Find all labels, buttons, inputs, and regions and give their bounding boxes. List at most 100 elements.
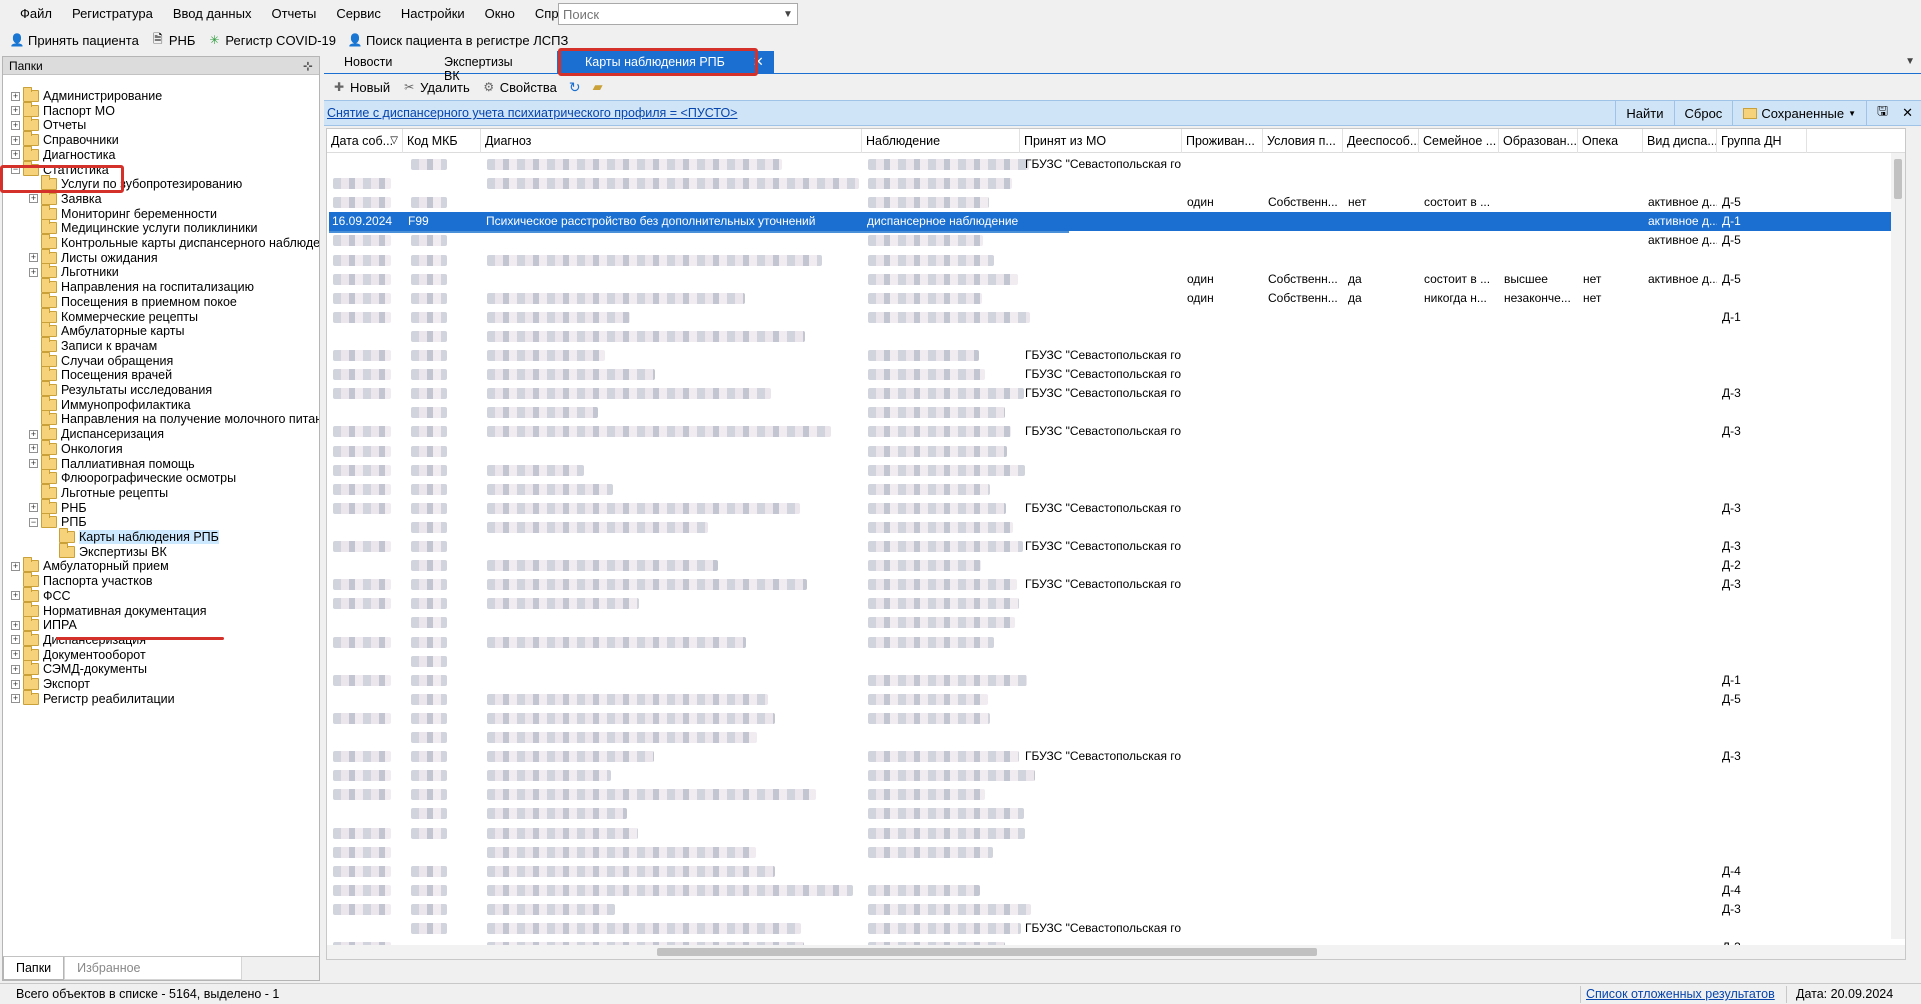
expand-icon[interactable]: + [11,561,20,571]
table-row[interactable] [329,594,1903,613]
toolbar-button[interactable]: ✳ Регистр COVID-19 [201,33,342,48]
table-row[interactable]: ГБУЗС "Севастопольская го..." [329,346,1903,365]
column-header[interactable]: Дееспособ... [1343,129,1419,153]
tab-expertise-vk[interactable]: Экспертизы ВК [424,51,549,83]
table-row[interactable]: ГБУЗС "Севастопольская го..." Д-3 [329,575,1903,594]
column-header[interactable]: Наблюдение [862,129,1020,153]
expand-icon[interactable]: + [11,620,20,630]
column-header[interactable]: Опека [1578,129,1643,153]
table-row[interactable]: ГБУЗС "Севастопольская го..." [329,919,1903,938]
expand-icon[interactable]: − [29,517,38,527]
horizontal-scrollbar[interactable] [327,945,1905,959]
close-icon[interactable]: ✕ [753,54,764,70]
column-header[interactable]: Дата соб... ▽ [327,129,403,153]
table-row[interactable] [329,480,1903,499]
table-row[interactable]: один Собственн... да состоит в ... высшее нет… [329,270,1903,289]
saved-filters-button[interactable]: Сохраненные ▼ [1732,101,1866,125]
expand-icon[interactable]: − [11,165,20,174]
table-row[interactable] [329,728,1903,747]
expand-icon[interactable]: + [11,91,20,101]
menu-item[interactable]: Настройки [391,6,475,21]
table-row[interactable]: Д-2 [329,556,1903,575]
tab-folders[interactable]: Папки [3,957,65,980]
expand-icon[interactable]: + [11,694,20,704]
table-row[interactable] [329,652,1903,671]
table-row[interactable]: ГБУЗС "Севастопольская го..." Д-3 [329,499,1903,518]
grid-toolbar-button[interactable]: ✂ Удалить [396,80,476,95]
table-row[interactable]: ГБУЗС "Севастопольская го..." Д-3 [329,537,1903,556]
expand-icon[interactable]: + [29,459,38,468]
filter-condition-link[interactable]: Снятие с диспансерного учета психиатриче… [324,106,737,120]
sort-icon[interactable]: ▽ [390,129,398,153]
table-row[interactable]: Д-4 [329,881,1903,900]
expand-icon[interactable]: + [11,591,20,601]
save-icon[interactable]: 🖫 [1866,101,1898,125]
expand-icon[interactable]: + [11,106,20,116]
expand-icon[interactable]: + [11,664,20,674]
pin-icon[interactable]: ⊹ [303,59,313,73]
column-header[interactable]: Образован... [1499,129,1578,153]
table-row[interactable]: Д-1 [329,671,1903,690]
menu-item[interactable]: Ввод данных [163,6,262,21]
column-header[interactable]: Вид диспа... [1643,129,1717,153]
column-header[interactable]: Семейное ... [1419,129,1499,153]
expand-icon[interactable]: + [29,267,38,277]
table-row[interactable]: ГБУЗС "Севастопольская го..." Д-3 [329,747,1903,766]
tab-news[interactable]: Новости [324,51,424,73]
grid-toolbar-button[interactable]: ⚙ Свойства [476,80,563,95]
table-row[interactable] [329,403,1903,422]
table-row[interactable]: Д-5 [329,690,1903,709]
table-row[interactable]: ГБУЗС "Севастопольская го..." Д-3 [329,422,1903,441]
table-row[interactable] [329,327,1903,346]
column-header[interactable]: Проживан... [1182,129,1263,153]
reset-button[interactable]: Сброс [1673,101,1733,125]
table-row[interactable] [329,766,1903,785]
chevron-down-icon[interactable]: ▼ [1905,56,1915,67]
table-row[interactable]: активное д... Д-5 [329,231,1903,250]
table-row[interactable] [329,785,1903,804]
toolbar-button[interactable]: 👤 Поиск пациента в регистре ЛСПЗ [342,33,574,48]
table-row[interactable]: ГБУЗС "Севастопольская го..." [329,155,1903,174]
table-row[interactable]: 16.09.2024 F99 Психическое расстройство бе… [329,212,1903,234]
expand-icon[interactable]: + [11,150,20,160]
menu-item[interactable]: Сервис [326,6,391,21]
table-row[interactable] [329,461,1903,480]
menu-item[interactable]: Отчеты [261,6,326,21]
toolbar-button[interactable]: 🗎 РНБ [145,32,202,48]
table-row[interactable]: Д-3 [329,900,1903,919]
deferred-results-link[interactable]: Список отложенных результатов [1586,987,1775,1001]
expand-icon[interactable]: + [11,679,20,689]
expand-icon[interactable]: + [29,194,38,204]
table-row[interactable] [329,518,1903,537]
table-row[interactable] [329,709,1903,728]
column-header[interactable]: Диагноз [481,129,862,153]
table-row[interactable] [329,174,1903,193]
expand-icon[interactable]: + [29,444,38,454]
expand-icon[interactable]: + [11,120,20,130]
expand-icon[interactable]: + [29,503,38,513]
refresh-icon[interactable]: ↻ [563,79,587,96]
table-row[interactable]: Д-1 [329,308,1903,327]
table-row[interactable]: один Собственн... нет состоит в ... активное… [329,193,1903,212]
toolbar-button[interactable]: 👤 Принять пациента [4,33,145,48]
table-row[interactable] [329,613,1903,632]
table-row[interactable] [329,251,1903,270]
expand-icon[interactable]: + [11,135,20,145]
table-row[interactable] [329,843,1903,862]
expand-icon[interactable]: + [29,429,38,439]
search-input[interactable] [559,4,779,24]
menu-item[interactable]: Регистратура [62,6,163,21]
column-header[interactable]: Условия п... [1263,129,1343,153]
expand-icon[interactable]: + [11,650,20,660]
grid-toolbar-button[interactable]: ✚ Новый [326,80,396,95]
table-row[interactable]: ГБУЗС "Севастопольская го..." Д-3 [329,384,1903,403]
table-row[interactable] [329,442,1903,461]
menu-item[interactable]: Файл [10,6,62,21]
expand-icon[interactable]: + [29,253,38,263]
folder-up-icon[interactable]: ▰ [587,79,609,95]
table-row[interactable]: Д-4 [329,862,1903,881]
chevron-down-icon[interactable]: ▼ [779,9,797,20]
column-header[interactable]: Группа ДН [1717,129,1807,153]
column-header[interactable]: Код МКБ [403,129,481,153]
find-button[interactable]: Найти [1615,101,1673,125]
